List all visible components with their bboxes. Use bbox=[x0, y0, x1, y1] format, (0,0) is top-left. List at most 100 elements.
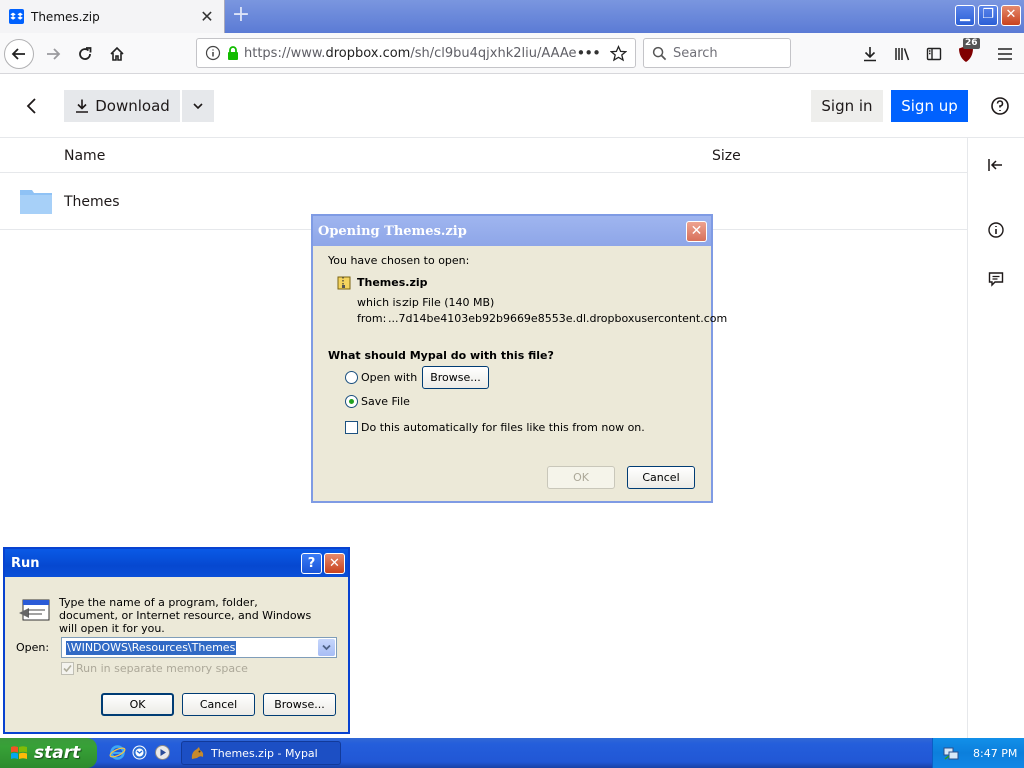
run-titlebar[interactable]: Run ? ✕ bbox=[5, 549, 348, 577]
right-sidebar-rail bbox=[967, 138, 1024, 738]
dropbox-favicon-icon bbox=[9, 9, 24, 24]
open-with-radio[interactable] bbox=[345, 371, 358, 384]
auto-action-checkbox[interactable] bbox=[345, 421, 358, 434]
zip-file-icon bbox=[337, 276, 351, 290]
notification-badge: 26 bbox=[963, 38, 980, 49]
new-tab-icon[interactable]: + bbox=[229, 4, 253, 28]
dialog-titlebar[interactable]: Opening Themes.zip ✕ bbox=[313, 216, 711, 246]
internet-explorer-icon[interactable] bbox=[109, 744, 126, 761]
dialog-filename: Themes.zip bbox=[357, 276, 428, 289]
combobox-dropdown-button[interactable] bbox=[318, 639, 335, 656]
dialog-cancel-button[interactable]: Cancel bbox=[627, 466, 695, 489]
run-cancel-button[interactable]: Cancel bbox=[182, 693, 255, 716]
window-close-button[interactable]: ✕ bbox=[1001, 5, 1021, 26]
column-header-size[interactable]: Size bbox=[712, 148, 741, 164]
sidebar-icon bbox=[926, 47, 942, 61]
tab-themes-zip[interactable]: Themes.zip ✕ bbox=[0, 0, 225, 33]
run-open-combobox[interactable]: \WINDOWS\Resources\Themes bbox=[61, 637, 337, 658]
url-bar[interactable]: https://www.dropbox.com/sh/cl9bu4qjxhk2l… bbox=[196, 38, 636, 68]
windows-taskbar: start Themes.zip - Mypal 8:47 PM bbox=[0, 738, 1024, 768]
download-label: Download bbox=[95, 97, 170, 115]
info-circle-icon bbox=[988, 222, 1004, 238]
download-options-button[interactable] bbox=[182, 90, 214, 122]
save-file-label[interactable]: Save File bbox=[361, 395, 410, 408]
run-description: Type the name of a program, folder, docu… bbox=[59, 596, 312, 635]
download-arrow-icon bbox=[864, 47, 876, 62]
sign-in-button[interactable]: Sign in bbox=[811, 90, 883, 122]
run-open-value[interactable]: \WINDOWS\Resources\Themes bbox=[66, 640, 237, 655]
run-help-button[interactable]: ? bbox=[301, 552, 322, 574]
system-tray: 8:47 PM bbox=[932, 738, 1024, 768]
dialog-close-button[interactable]: ✕ bbox=[686, 220, 707, 242]
start-button[interactable]: start bbox=[0, 738, 97, 768]
chevron-left-icon[interactable] bbox=[20, 94, 44, 118]
dropbox-page-header: Download Sign in Sign up bbox=[0, 74, 1024, 138]
navigation-toolbar: https://www.dropbox.com/sh/cl9bu4qjxhk2l… bbox=[0, 33, 1024, 74]
home-icon bbox=[110, 46, 124, 61]
collapse-panel-button[interactable] bbox=[984, 153, 1008, 177]
reload-button[interactable] bbox=[70, 39, 100, 69]
reload-icon bbox=[79, 47, 92, 60]
window-restore-button[interactable]: ❐ bbox=[978, 5, 998, 26]
run-close-button[interactable]: ✕ bbox=[324, 552, 345, 574]
outlook-express-icon[interactable] bbox=[131, 744, 148, 761]
dialog-ok-button[interactable]: OK bbox=[547, 466, 615, 489]
comment-icon bbox=[988, 272, 1004, 287]
home-button[interactable] bbox=[102, 39, 132, 69]
sidebar-toggle-button[interactable] bbox=[919, 39, 949, 69]
search-icon bbox=[652, 46, 667, 60]
download-icon bbox=[76, 99, 89, 113]
open-with-label[interactable]: Open with bbox=[361, 371, 417, 384]
page-actions-icon[interactable]: ••• bbox=[576, 44, 601, 62]
forward-button[interactable] bbox=[38, 39, 68, 69]
taskbar-item-label: Themes.zip - Mypal bbox=[211, 746, 318, 760]
folder-icon bbox=[20, 190, 52, 214]
dialog-title: Opening Themes.zip bbox=[318, 223, 467, 239]
comments-panel-button[interactable] bbox=[984, 267, 1008, 291]
downloads-button[interactable] bbox=[855, 39, 885, 69]
auto-action-label[interactable]: Do this automatically for files like thi… bbox=[361, 421, 645, 434]
info-panel-button[interactable] bbox=[984, 218, 1008, 242]
which-is-label: which is: bbox=[357, 296, 406, 309]
separate-memory-label: Run in separate memory space bbox=[76, 662, 248, 675]
run-program-icon bbox=[19, 599, 50, 621]
ublock-extension-button[interactable]: 26 bbox=[951, 38, 981, 69]
table-header: Name Size bbox=[0, 138, 967, 173]
sign-up-button[interactable]: Sign up bbox=[891, 90, 968, 122]
run-ok-button[interactable]: OK bbox=[101, 693, 174, 716]
run-open-label: Open: bbox=[16, 641, 50, 654]
from-label: from: bbox=[357, 312, 387, 325]
run-title: Run bbox=[11, 555, 40, 571]
window-minimize-button[interactable]: ▁ bbox=[955, 5, 975, 26]
chevron-down-icon bbox=[193, 103, 203, 110]
which-is-value: zip File (140 MB) bbox=[403, 296, 495, 309]
lock-icon[interactable] bbox=[226, 45, 240, 61]
taskbar-clock[interactable]: 8:47 PM bbox=[973, 747, 1017, 760]
bookmark-star-icon[interactable] bbox=[610, 44, 627, 62]
taskbar-item-mypal[interactable]: Themes.zip - Mypal bbox=[181, 741, 341, 765]
mypal-app-icon bbox=[191, 746, 204, 759]
save-file-radio[interactable] bbox=[345, 395, 358, 408]
search-input[interactable] bbox=[673, 45, 773, 61]
tab-close-icon[interactable]: ✕ bbox=[198, 7, 216, 26]
column-header-name[interactable]: Name bbox=[64, 148, 105, 164]
help-icon[interactable] bbox=[988, 94, 1012, 118]
opening-file-dialog: Opening Themes.zip ✕ You have chosen to … bbox=[311, 214, 727, 503]
checkmark-icon bbox=[63, 664, 72, 673]
network-connection-icon[interactable] bbox=[943, 745, 959, 761]
search-bar[interactable] bbox=[643, 38, 791, 68]
hamburger-menu-icon bbox=[998, 48, 1012, 60]
run-dialog: Run ? ✕ Type the name of a program, fold… bbox=[3, 547, 350, 734]
separate-memory-checkbox[interactable] bbox=[61, 662, 74, 675]
back-button[interactable] bbox=[4, 39, 34, 69]
library-button[interactable] bbox=[887, 39, 917, 69]
run-browse-button[interactable]: Browse... bbox=[263, 693, 336, 716]
file-name: Themes bbox=[64, 194, 120, 210]
dialog-intro: You have chosen to open: bbox=[328, 254, 470, 267]
browse-app-button[interactable]: Browse... bbox=[422, 366, 489, 389]
start-label: start bbox=[34, 743, 81, 763]
media-player-icon[interactable] bbox=[154, 744, 171, 761]
info-icon[interactable] bbox=[205, 45, 221, 61]
menu-button[interactable] bbox=[990, 39, 1020, 69]
download-button[interactable]: Download bbox=[64, 90, 180, 122]
